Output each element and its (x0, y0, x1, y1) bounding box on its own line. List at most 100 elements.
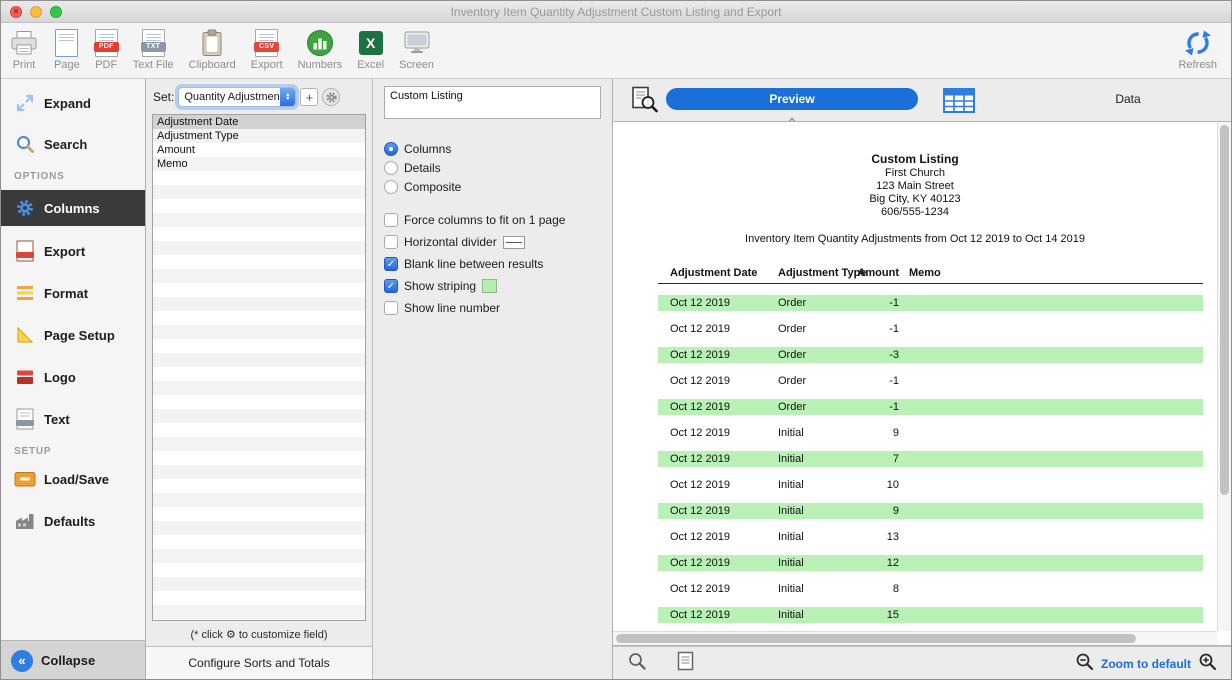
sidebar-item-logo[interactable]: Logo (1, 365, 145, 389)
field-list[interactable]: Adjustment Date Adjustment Type Amount M… (152, 114, 366, 621)
add-set-button[interactable]: + (300, 88, 318, 106)
sidebar-item-page-setup[interactable]: Page Setup (1, 323, 145, 347)
field-set-dropdown[interactable]: Quantity Adjustment ... ▲▼ (178, 87, 296, 107)
export-csv-icon: CSV (255, 26, 278, 59)
collapse-button[interactable]: Collapse (1, 640, 145, 680)
screen-button[interactable]: Screen (399, 26, 434, 71)
refresh-button[interactable]: Refresh (1178, 26, 1217, 71)
radio-composite[interactable]: Composite (384, 180, 601, 194)
fullscreen-button[interactable] (50, 6, 62, 18)
report-city: Big City, KY 40123 (613, 193, 1217, 206)
sidebar-item-defaults[interactable]: Defaults (1, 509, 145, 533)
report-subtitle: Inventory Item Quantity Adjustments from… (613, 233, 1217, 245)
pdf-label: PDF (95, 59, 117, 71)
set-gear-button[interactable] (322, 88, 340, 106)
numbers-label: Numbers (298, 59, 343, 71)
print-button[interactable]: Print (9, 26, 39, 71)
tab-preview[interactable]: Preview (666, 88, 918, 110)
sidebar-item-expand[interactable]: Expand (1, 91, 145, 115)
checkbox-show-line-number[interactable]: Show line number (384, 301, 601, 315)
print-label: Print (13, 59, 36, 71)
csv-doc-icon (13, 240, 37, 262)
layout-radio-group: Columns Details Composite (384, 142, 601, 194)
logo-flag-icon (13, 367, 37, 387)
checkbox-box (384, 301, 398, 315)
options-checkbox-group: Force columns to fit on 1 page Horizonta… (384, 213, 601, 315)
checkbox-horizontal-divider[interactable]: Horizontal divider (384, 235, 601, 249)
printer-icon (9, 26, 39, 59)
collapse-label: Collapse (41, 653, 95, 668)
main-area: Expand Search OPTIONS (1, 79, 1231, 680)
preview-doc-magnifier-icon[interactable] (631, 86, 658, 118)
export-button[interactable]: CSV Export (251, 26, 283, 71)
clipboard-button[interactable]: Clipboard (189, 26, 236, 71)
dropdown-arrows-icon: ▲▼ (280, 88, 295, 106)
excel-button[interactable]: X Excel (357, 26, 384, 71)
field-row[interactable]: Adjustment Date (153, 115, 365, 129)
export-label: Export (251, 59, 283, 71)
listing-title-input[interactable]: Custom Listing (384, 86, 601, 119)
app-window: × Inventory Item Quantity Adjustment Cus… (0, 0, 1232, 680)
report-row: Oct 12 2019 Order -1 (613, 374, 1217, 388)
page-list-icon[interactable] (677, 651, 694, 676)
sidebar-item-columns[interactable]: Columns (1, 190, 145, 226)
page-icon (55, 26, 78, 59)
report-header-block: Custom Listing First Church 123 Main Str… (613, 122, 1217, 219)
report-row: Oct 12 2019 Initial 13 (613, 530, 1217, 544)
columns-label: Columns (44, 201, 100, 216)
horizontal-scrollbar-thumb[interactable] (616, 634, 1136, 643)
page-lines (59, 34, 74, 42)
gear-icon (325, 91, 338, 104)
field-row[interactable]: Amount (153, 143, 365, 157)
report-title: Custom Listing (613, 152, 1217, 167)
sidebar-item-search[interactable]: Search (1, 132, 145, 156)
striping-color-swatch[interactable] (482, 279, 497, 293)
radio-details[interactable]: Details (384, 161, 601, 175)
report-column-headers: Adjustment Date Adjustment Type Amount M… (613, 267, 1217, 282)
configure-sorts-totals-button[interactable]: Configure Sorts and Totals (146, 646, 372, 680)
field-set-row: Set: Quantity Adjustment ... ▲▼ + (146, 79, 372, 111)
txt-doc-icon (13, 408, 37, 430)
field-row[interactable]: Adjustment Type (153, 129, 365, 143)
pdf-button[interactable]: PDF Text File PDF (95, 26, 118, 71)
checkbox-box (384, 257, 398, 271)
horizontal-scrollbar[interactable] (613, 631, 1217, 645)
vertical-scrollbar-thumb[interactable] (1220, 125, 1229, 495)
field-set-value: Quantity Adjustment ... (184, 91, 295, 103)
text-label: Text (44, 412, 70, 427)
zoom-out-icon[interactable] (1075, 652, 1094, 676)
zoom-in-icon[interactable] (1198, 652, 1217, 676)
search-label: Search (44, 137, 87, 152)
tab-data[interactable]: Data (1073, 92, 1183, 106)
divider-style-swatch[interactable] (503, 236, 525, 249)
report-address: 123 Main Street (613, 180, 1217, 193)
checkbox-force-fit[interactable]: Force columns to fit on 1 page (384, 213, 601, 227)
vertical-scrollbar[interactable] (1217, 122, 1231, 631)
report-row: Oct 12 2019 Initial 15 (613, 608, 1217, 622)
page-button[interactable]: Page (54, 26, 80, 71)
search-report-icon[interactable] (627, 651, 647, 676)
sidebar-item-load-save[interactable]: Load/Save (1, 467, 145, 491)
load-save-label: Load/Save (44, 472, 109, 487)
minimize-button[interactable] (30, 6, 42, 18)
text-file-button[interactable]: TXT Text File (133, 26, 174, 71)
close-button[interactable]: × (10, 6, 22, 18)
excel-label: Excel (357, 59, 384, 71)
sidebar-item-text[interactable]: Text (1, 407, 145, 431)
data-grid-icon[interactable] (943, 88, 975, 118)
field-row[interactable]: Memo (153, 157, 365, 171)
zoom-to-default-button[interactable]: Zoom to default (1101, 657, 1191, 671)
numbers-button[interactable]: Numbers (298, 26, 343, 71)
sidebar-item-export[interactable]: Export (1, 239, 145, 263)
sidebar-item-format[interactable]: Format (1, 281, 145, 305)
sidebar: Expand Search OPTIONS (1, 79, 146, 680)
checkbox-blank-line[interactable]: Blank line between results (384, 257, 601, 271)
checkbox-box (384, 235, 398, 249)
report-org: First Church (613, 167, 1217, 180)
columns-gear-icon (13, 198, 37, 218)
radio-columns[interactable]: Columns (384, 142, 601, 156)
search-icon (13, 134, 37, 154)
format-label: Format (44, 286, 88, 301)
preview-tab-bar: Preview Data (613, 79, 1231, 121)
checkbox-show-striping[interactable]: Show striping (384, 279, 601, 293)
